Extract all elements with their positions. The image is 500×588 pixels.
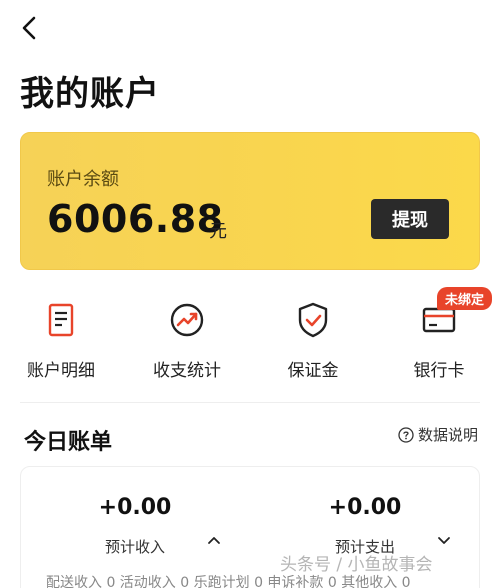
quick-label: 银行卡 — [413, 361, 465, 381]
quick-label: 账户明细 — [27, 361, 95, 381]
watermark: 头条号 / 小鱼故事会 — [280, 555, 433, 575]
bank-card-button[interactable]: 未绑定 银行卡 — [384, 287, 494, 384]
withdraw-button[interactable]: 提现 — [371, 199, 449, 239]
income-value: +0.00 — [98, 495, 172, 520]
expense-summary: +0.00 预计支出 — [265, 495, 465, 557]
income-summary: +0.00 预计收入 — [35, 495, 235, 557]
page-title: 我的账户 — [20, 74, 160, 114]
data-help-label: 数据说明 — [417, 426, 478, 444]
deposit-button[interactable]: 保证金 — [258, 298, 368, 384]
expense-value: +0.00 — [328, 495, 402, 520]
balance-card: 账户余额 6006.88 元 提现 — [20, 132, 480, 270]
back-arrow-icon[interactable] — [16, 14, 44, 42]
income-stats-button[interactable]: 收支统计 — [132, 298, 242, 384]
chevron-up-icon[interactable] — [207, 535, 221, 545]
unbound-badge: 未绑定 — [436, 287, 492, 310]
balance-amount: 6006.88 — [47, 197, 224, 241]
shield-icon — [298, 302, 328, 338]
chevron-down-icon[interactable] — [437, 535, 451, 545]
income-label: 预计收入 — [104, 538, 165, 556]
trend-icon — [170, 303, 204, 337]
quick-label: 收支统计 — [153, 361, 221, 381]
quick-label: 保证金 — [287, 361, 339, 381]
data-help-link[interactable]: 数据说明 — [398, 424, 478, 445]
quick-actions: 账户明细 收支统计 保证金 未绑定 银行卡 — [0, 287, 500, 384]
document-icon — [48, 303, 74, 337]
divider — [20, 402, 480, 403]
balance-unit: 元 — [209, 221, 227, 242]
help-icon — [398, 426, 414, 443]
bill-section-title: 今日账单 — [24, 430, 113, 455]
balance-label: 账户余额 — [47, 169, 119, 190]
account-details-button[interactable]: 账户明细 — [6, 298, 116, 384]
